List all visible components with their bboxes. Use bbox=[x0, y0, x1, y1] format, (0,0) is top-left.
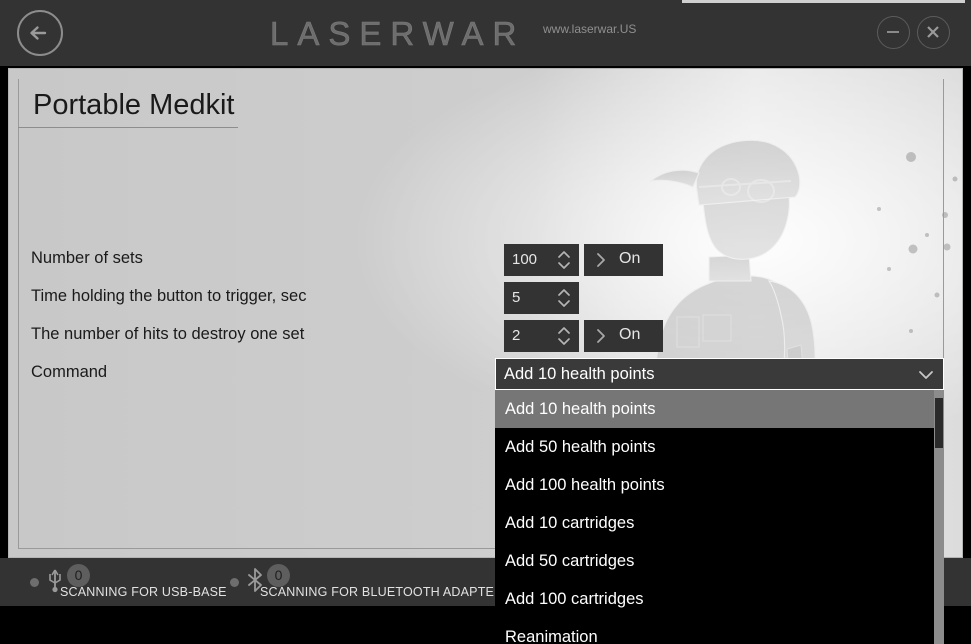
usb-device-count-badge: 0 bbox=[67, 564, 90, 587]
form-row-hold-time: Time holding the button to trigger, sec … bbox=[31, 282, 941, 314]
number-of-sets-toggle-button[interactable]: On bbox=[584, 244, 663, 276]
stepper-value: 5 bbox=[512, 289, 521, 306]
command-select-dropdown[interactable]: Add 10 health points Add 50 health points… bbox=[495, 390, 944, 644]
dropdown-scrollbar-thumb[interactable] bbox=[935, 398, 943, 448]
toggle-label: On bbox=[619, 250, 641, 267]
chevron-right-icon bbox=[596, 328, 606, 344]
close-button[interactable] bbox=[917, 16, 950, 49]
chevron-right-icon bbox=[596, 252, 606, 268]
minimize-button[interactable] bbox=[877, 16, 910, 49]
brand-logo: LASERWAR www.laserwar.US bbox=[270, 13, 650, 53]
bluetooth-status-text: SCANNING FOR BLUETOOTH ADAPTER bbox=[260, 585, 504, 599]
toggle-label: On bbox=[619, 326, 641, 343]
dropdown-scrollbar[interactable] bbox=[934, 390, 944, 644]
command-select[interactable]: Add 10 health points bbox=[495, 358, 944, 390]
hits-to-destroy-stepper[interactable]: 2 bbox=[504, 320, 579, 352]
top-edge-strip bbox=[682, 0, 965, 3]
close-icon bbox=[918, 26, 948, 51]
number-of-sets-stepper[interactable]: 100 bbox=[504, 244, 579, 276]
stepper-arrows-icon[interactable] bbox=[556, 286, 572, 310]
logo-wordmark: LASERWAR bbox=[270, 15, 526, 53]
title-bar: LASERWAR www.laserwar.US bbox=[0, 0, 971, 66]
command-select-value: Add 10 health points bbox=[504, 365, 655, 383]
stepper-arrows-icon[interactable] bbox=[556, 248, 572, 272]
dropdown-option[interactable]: Add 50 health points bbox=[495, 428, 944, 466]
dropdown-option[interactable]: Add 50 cartridges bbox=[495, 542, 944, 580]
usb-status-dot bbox=[30, 578, 39, 587]
bluetooth-status-dot bbox=[230, 578, 239, 587]
logo-website-url: www.laserwar.US bbox=[543, 22, 637, 36]
row-label: Time holding the button to trigger, sec bbox=[31, 287, 307, 305]
hold-time-stepper[interactable]: 5 bbox=[504, 282, 579, 314]
title-underline bbox=[18, 127, 238, 128]
stepper-arrows-icon[interactable] bbox=[556, 324, 572, 348]
row-label: Number of sets bbox=[31, 249, 143, 267]
dropdown-option[interactable]: Add 100 health points bbox=[495, 466, 944, 504]
dropdown-option[interactable]: Add 100 cartridges bbox=[495, 580, 944, 618]
form-row-number-of-sets: Number of sets 100 On bbox=[31, 244, 941, 276]
arrow-left-icon bbox=[19, 12, 61, 54]
row-label: The number of hits to destroy one set bbox=[31, 325, 305, 343]
usb-status-text: SCANNING FOR USB-BASE bbox=[60, 585, 227, 599]
hits-to-destroy-toggle-button[interactable]: On bbox=[584, 320, 663, 352]
bluetooth-device-count-badge: 0 bbox=[267, 564, 290, 587]
dropdown-option[interactable]: Reanimation bbox=[495, 618, 944, 644]
page-title: Portable Medkit bbox=[33, 89, 235, 121]
stepper-value: 100 bbox=[512, 251, 538, 268]
minimize-icon bbox=[878, 31, 908, 51]
dropdown-option[interactable]: Add 10 cartridges bbox=[495, 504, 944, 542]
stepper-value: 2 bbox=[512, 327, 521, 344]
back-button[interactable] bbox=[17, 10, 63, 56]
dropdown-option[interactable]: Add 10 health points bbox=[495, 390, 936, 428]
row-label: Command bbox=[31, 363, 108, 381]
chevron-down-icon bbox=[918, 368, 934, 380]
form-row-hits-to-destroy: The number of hits to destroy one set 2 … bbox=[31, 320, 941, 352]
